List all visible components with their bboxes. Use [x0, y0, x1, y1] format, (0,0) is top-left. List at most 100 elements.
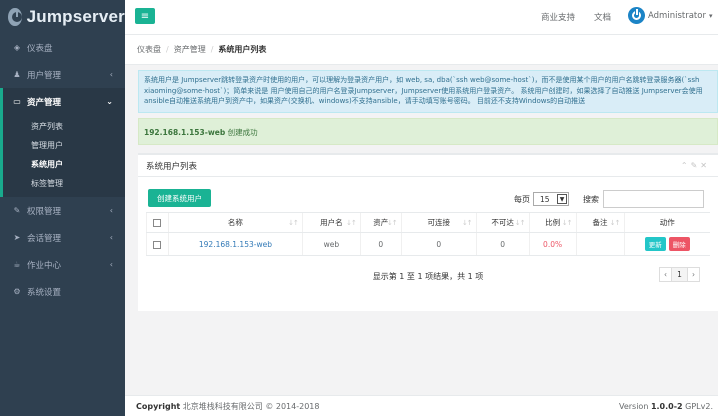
cell-comment: [575, 232, 624, 256]
col-comment[interactable]: 备注 ↓↑: [575, 212, 624, 233]
jumpserver-logo-icon: [8, 8, 22, 26]
users-icon: ♟: [13, 70, 21, 79]
chevron-left-icon: ‹: [109, 233, 113, 242]
coffee-icon: ☕: [13, 260, 21, 269]
next-page-button[interactable]: ›: [687, 267, 700, 282]
sidebar-item-settings[interactable]: ⚙ 系统设置: [0, 278, 125, 305]
top-navbar: ≡ 商业支持 文档 Administrator ▾: [125, 0, 718, 35]
copyright: Copyright 北京堆栈科技有限公司 © 2014-2018: [136, 401, 320, 411]
cell-name: 192.168.1.153-web: [167, 232, 303, 256]
sort-icon: ↓↑: [561, 219, 573, 227]
update-button[interactable]: 更新: [644, 237, 666, 251]
table-header-row: 名称 ↓↑ 用户名 ↓↑ 资产 ↓↑ 可连接 ↓↑ 不可达 ↓↑ 比例 ↓↑ 备注 ↓↑ 动作: [146, 212, 710, 233]
page-button-1[interactable]: 1: [671, 267, 688, 282]
chevron-down-icon: ⌄: [106, 97, 113, 106]
col-name[interactable]: 名称 ↓↑: [167, 212, 303, 233]
sidebar-toggle-button[interactable]: ≡: [135, 8, 155, 24]
submenu-item-admin-user[interactable]: 管理用户: [3, 136, 125, 155]
sidebar-item-label: 作业中心: [27, 260, 62, 271]
docs-link[interactable]: 文档: [594, 11, 611, 23]
success-alert: 192.168.1.153-web 创建成功: [138, 118, 718, 145]
inbox-icon: ▭: [13, 97, 21, 106]
delete-button[interactable]: 删除: [668, 237, 690, 251]
system-user-table: 名称 ↓↑ 用户名 ↓↑ 资产 ↓↑ 可连接 ↓↑ 不可达 ↓↑ 比例 ↓↑ 备注 ↓↑ 动作…: [146, 212, 710, 256]
create-system-user-button[interactable]: 创建系统用户: [148, 189, 211, 207]
search-input[interactable]: [603, 190, 704, 208]
table-row: 192.168.1.153-web web 0 0 0 0.0% 更新 删除: [146, 232, 710, 256]
sort-icon: ↓↑: [387, 219, 398, 227]
success-message: 创建成功: [225, 128, 258, 137]
breadcrumb-current: 系统用户列表: [218, 45, 267, 54]
brand-name: Jumpserver: [26, 7, 125, 26]
brand-logo[interactable]: Jumpserver: [0, 0, 125, 34]
chevron-up-icon[interactable]: ⌃: [681, 161, 691, 170]
close-icon[interactable]: ✕: [700, 161, 710, 170]
panel-header: 系统用户列表 ⌃✎✕: [138, 155, 718, 177]
dropdown-arrow-icon: ▼: [557, 194, 567, 204]
breadcrumb: 仪表盘 / 资产管理 / 系统用户列表: [125, 35, 718, 65]
sort-icon: ↓↑: [461, 219, 473, 227]
sidebar-item-assets[interactable]: ▭ 资产管理 ⌄: [0, 88, 125, 115]
panel-title: 系统用户列表: [146, 161, 198, 172]
sort-icon: ↓↑: [514, 219, 526, 227]
col-reachable[interactable]: 可连接 ↓↑: [400, 212, 477, 233]
success-item-name: 192.168.1.153-web: [144, 128, 226, 137]
user-name: Administrator: [648, 10, 706, 21]
wrench-icon[interactable]: ✎: [691, 161, 701, 170]
sidebar: Jumpserver ◈ 仪表盘 ♟ 用户管理 ‹ ▭ 资产管理 ⌄ 资产列表 …: [0, 0, 125, 416]
sort-icon: ↓↑: [609, 219, 621, 227]
cell-username: web: [301, 232, 361, 256]
sort-icon: ↓↑: [346, 219, 357, 227]
col-username[interactable]: 用户名 ↓↑: [301, 212, 361, 233]
user-menu[interactable]: Administrator ▾: [628, 7, 712, 24]
row-checkbox-cell: [146, 232, 169, 256]
row-checkbox[interactable]: [153, 240, 162, 249]
sidebar-item-users[interactable]: ♟ 用户管理 ‹: [0, 61, 125, 88]
select-all-checkbox[interactable]: [153, 219, 162, 227]
footer: Copyright 北京堆栈科技有限公司 © 2014-2018 Version…: [125, 395, 718, 416]
sidebar-item-label: 仪表盘: [27, 43, 53, 54]
pagination-info: 显示第 1 至 1 项结果，共 1 项: [372, 272, 484, 281]
sidebar-item-label: 系统设置: [27, 287, 62, 298]
gears-icon: ⚙: [13, 287, 21, 296]
select-all-header: [146, 212, 169, 233]
cell-ratio: 0.0%: [528, 232, 577, 256]
cell-unreachable: 0: [475, 232, 530, 256]
breadcrumb-assets[interactable]: 资产管理: [174, 44, 206, 55]
sidebar-item-label: 用户管理: [27, 70, 62, 81]
support-link[interactable]: 商业支持: [541, 11, 575, 23]
per-page-label: 每页: [514, 195, 530, 204]
search-label: 搜索: [583, 195, 599, 204]
col-assets[interactable]: 资产 ↓↑: [359, 212, 402, 233]
power-icon: [628, 7, 645, 24]
cell-actions: 更新 删除: [623, 232, 710, 256]
chevron-left-icon: ‹: [109, 260, 113, 269]
system-user-panel: 系统用户列表 ⌃✎✕ 创建系统用户 每页 15 ▼ 搜索 名称 ↓↑ 用户名 ↓↑ …: [138, 153, 718, 311]
chevron-left-icon: ‹: [109, 206, 113, 215]
hamburger-icon: ≡: [140, 10, 150, 22]
breadcrumb-separator: /: [210, 45, 214, 54]
cell-assets: 0: [359, 232, 402, 256]
sidebar-item-sessions[interactable]: ➤ 会话管理 ‹: [0, 224, 125, 251]
submenu-item-labels[interactable]: 标签管理: [3, 174, 125, 193]
rocket-icon: ➤: [13, 233, 21, 242]
submenu-item-asset-list[interactable]: 资产列表: [3, 117, 125, 136]
submenu-item-system-user[interactable]: 系统用户: [3, 155, 125, 174]
col-actions: 动作: [623, 212, 710, 233]
sidebar-item-label: 资产管理: [27, 97, 62, 108]
sidebar-item-jobs[interactable]: ☕ 作业中心 ‹: [0, 251, 125, 278]
breadcrumb-separator: /: [166, 45, 169, 54]
sidebar-item-dashboard[interactable]: ◈ 仪表盘: [0, 34, 125, 61]
cell-reachable: 0: [400, 232, 477, 256]
sidebar-item-perms[interactable]: ✎ 权限管理 ‹: [0, 197, 125, 224]
per-page-select[interactable]: 15 ▼: [533, 192, 569, 206]
col-unreachable[interactable]: 不可达 ↓↑: [475, 212, 530, 233]
breadcrumb-dashboard[interactable]: 仪表盘: [137, 44, 161, 55]
system-user-link[interactable]: 192.168.1.153-web: [199, 240, 272, 249]
panel-tools: ⌃✎✕: [681, 161, 710, 170]
sidebar-item-label: 会话管理: [27, 233, 62, 244]
pagination: ‹ 1 ›: [659, 267, 700, 282]
chevron-left-icon: ‹: [109, 70, 113, 79]
caret-down-icon: ▾: [708, 11, 713, 20]
col-ratio[interactable]: 比例 ↓↑: [528, 212, 577, 233]
